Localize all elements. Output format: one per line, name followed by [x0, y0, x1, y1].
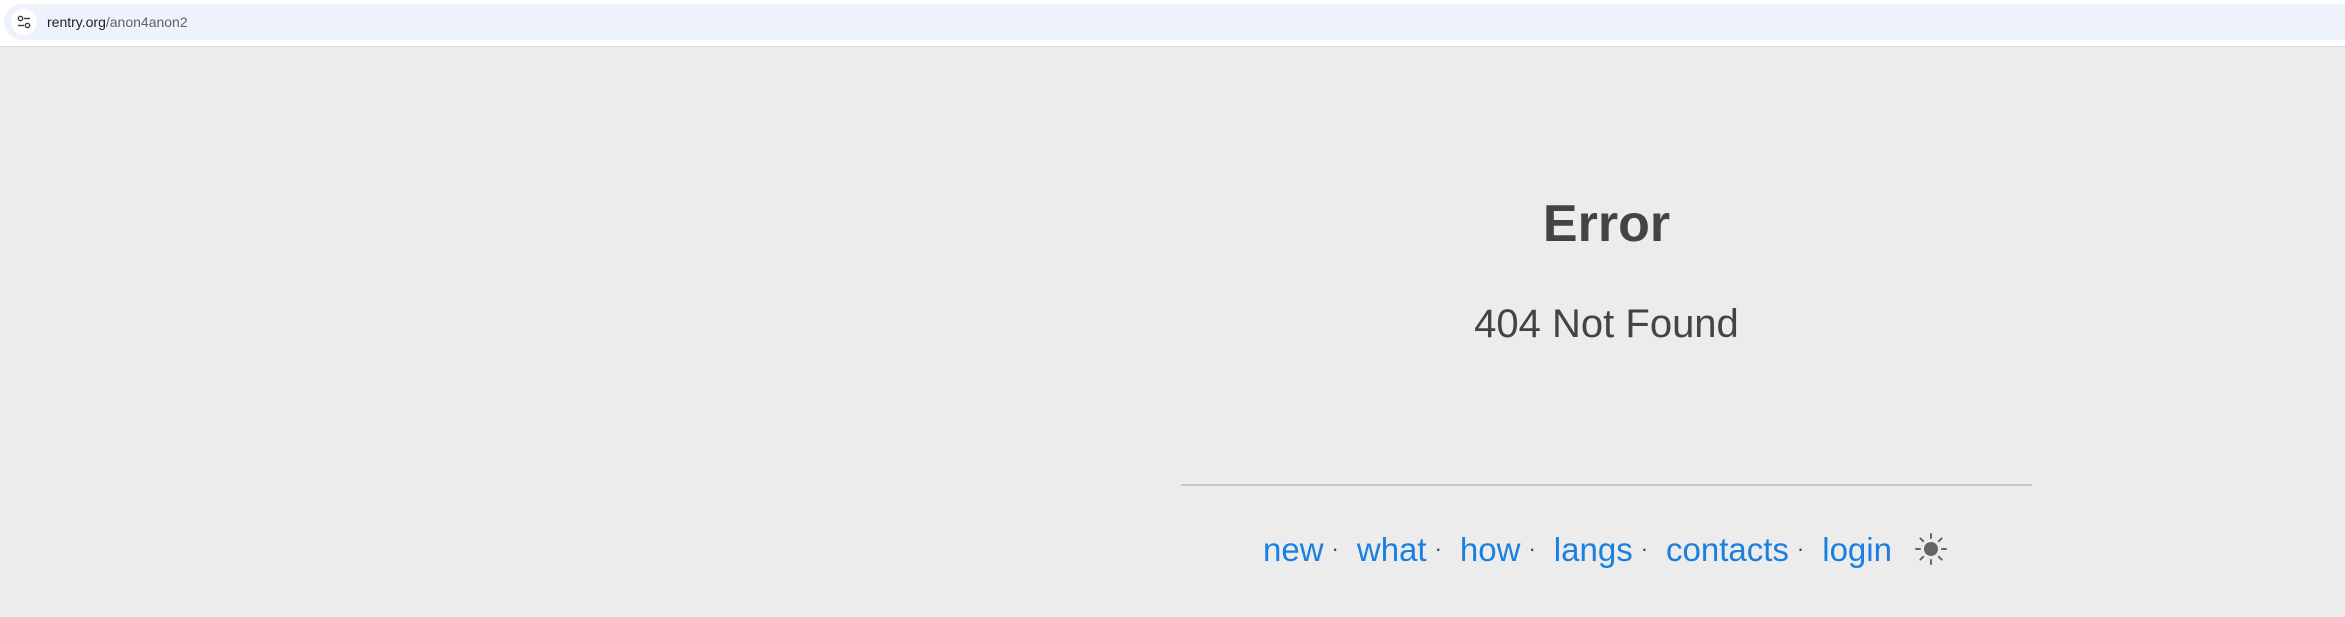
url-path: /anon4anon2: [105, 14, 188, 30]
footer-nav: new · what · how · langs · contacts · lo…: [1263, 528, 1948, 570]
nav-link-contacts[interactable]: contacts: [1666, 533, 1789, 566]
site-info-button[interactable]: [11, 9, 37, 35]
nav-separator: ·: [1640, 536, 1649, 561]
nav-separator: ·: [1331, 536, 1339, 561]
tune-icon: [17, 15, 31, 29]
nav-separator: ·: [1528, 536, 1536, 561]
footer-divider: [1181, 484, 2032, 486]
nav-link-new[interactable]: new: [1263, 533, 1324, 566]
nav-link-what[interactable]: what: [1357, 533, 1427, 566]
page-title: Error: [1542, 195, 1671, 253]
nav-link-login[interactable]: login: [1822, 533, 1892, 566]
nav-separator: ·: [1796, 536, 1805, 561]
error-message: 404 Not Found: [1474, 302, 1739, 346]
nav-separator: ·: [1434, 536, 1442, 561]
url-domain: rentry.org: [47, 14, 106, 30]
nav-link-langs[interactable]: langs: [1554, 533, 1633, 566]
browser-toolbar: rentry.org/anon4anon2: [0, 0, 2345, 47]
url-text[interactable]: rentry.org/anon4anon2: [47, 14, 188, 30]
theme-toggle-button[interactable]: [1914, 532, 1948, 566]
sun-icon: [1914, 533, 1947, 565]
address-bar[interactable]: rentry.org/anon4anon2: [4, 4, 2345, 40]
nav-link-how[interactable]: how: [1460, 533, 1521, 566]
main-content: Error 404 Not Found new · what · how · l…: [1181, 46, 2032, 617]
